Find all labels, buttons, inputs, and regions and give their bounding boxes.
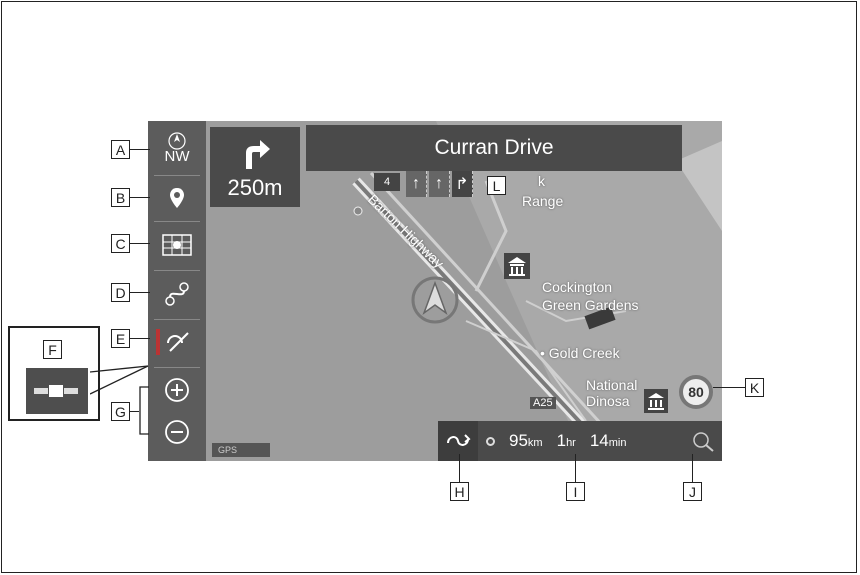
hours-value: 1 bbox=[556, 431, 567, 450]
route-options-button[interactable] bbox=[148, 273, 206, 315]
compass-button[interactable]: NW bbox=[148, 127, 206, 169]
lane-straight-icon: ↑ bbox=[406, 171, 427, 197]
leader-line bbox=[130, 243, 150, 244]
remaining-hours: 1hr bbox=[557, 431, 576, 451]
callout-h: H bbox=[450, 482, 469, 501]
map-place-label: Dinosa bbox=[586, 393, 630, 409]
callout-d: D bbox=[111, 283, 130, 302]
poi-toggle-button[interactable] bbox=[148, 321, 206, 363]
distance-unit: km bbox=[527, 437, 543, 449]
callout-g: G bbox=[111, 402, 130, 421]
distance-value: 95 bbox=[509, 431, 528, 450]
destination-dot-icon bbox=[486, 436, 495, 446]
reroute-icon bbox=[447, 434, 471, 446]
callout-e: E bbox=[111, 329, 130, 348]
minutes-unit: min bbox=[608, 437, 627, 449]
callout-c: C bbox=[111, 234, 130, 253]
map-place-label: Green Gardens bbox=[542, 297, 639, 313]
divider bbox=[154, 175, 200, 176]
leader-line bbox=[130, 411, 139, 412]
museum-icon bbox=[504, 253, 530, 279]
map-place-label: Range bbox=[522, 193, 564, 209]
speed-limit-sign: 80 bbox=[679, 375, 713, 409]
map-place-label: • Gold Creek bbox=[540, 345, 620, 361]
gps-indicator: GPS bbox=[212, 443, 270, 457]
callout-k: K bbox=[745, 378, 764, 397]
map-place-label: k bbox=[538, 173, 545, 189]
road-number-shield: 4 bbox=[374, 173, 400, 191]
leader-line bbox=[713, 387, 745, 388]
leader-line bbox=[575, 454, 576, 482]
compass-heading: NW bbox=[164, 148, 190, 165]
poi-off-icon bbox=[167, 332, 189, 352]
destination-pin-button[interactable] bbox=[148, 177, 206, 219]
callout-f: F bbox=[43, 340, 62, 359]
turn-distance: 250m bbox=[227, 175, 283, 200]
lane-guidance: ↑ ↑ ↱ bbox=[406, 171, 476, 197]
map-grid-icon bbox=[162, 234, 192, 256]
map-place-label: National bbox=[586, 377, 638, 393]
divider bbox=[154, 319, 200, 320]
nav-screen: 4 Barton Highway k Range Cockington Gree… bbox=[148, 121, 722, 461]
zoom-mode-icon[interactable] bbox=[690, 429, 716, 453]
eta-bar: 95km 1hr 14min bbox=[438, 421, 722, 461]
minus-icon bbox=[165, 420, 189, 444]
museum-icon bbox=[644, 389, 668, 413]
callout-i: I bbox=[566, 482, 585, 501]
zoom-bracket bbox=[139, 386, 149, 435]
next-turn-panel[interactable]: 250m bbox=[210, 127, 300, 207]
minutes-value: 14 bbox=[589, 431, 609, 450]
turn-right-arrow-icon bbox=[246, 140, 270, 169]
reroute-button[interactable] bbox=[438, 421, 478, 461]
gps-satellite-thumbnail bbox=[26, 368, 88, 414]
street-name-bar: Curran Drive bbox=[306, 125, 682, 171]
route-shield: A25 bbox=[530, 397, 556, 409]
map-view-button[interactable] bbox=[148, 224, 206, 266]
remaining-distance: 95km bbox=[509, 431, 543, 451]
leader-line bbox=[130, 197, 150, 198]
plus-icon bbox=[165, 378, 189, 402]
callout-l: L bbox=[487, 176, 506, 195]
hours-unit: hr bbox=[566, 437, 576, 449]
route-icon bbox=[165, 282, 189, 306]
callout-a: A bbox=[111, 140, 130, 159]
current-position-icon bbox=[411, 276, 459, 324]
callout-j: J bbox=[683, 482, 702, 501]
lane-straight-icon: ↑ bbox=[429, 171, 450, 197]
remaining-minutes: 14min bbox=[590, 431, 627, 451]
satellite-icon bbox=[34, 385, 78, 397]
route-info[interactable]: 95km 1hr 14min bbox=[486, 421, 627, 461]
leader-line bbox=[692, 454, 693, 482]
toggle-indicator bbox=[156, 329, 160, 355]
leader-line bbox=[130, 292, 150, 293]
map-place-label: Cockington bbox=[542, 279, 613, 295]
leader-line bbox=[459, 454, 460, 482]
zoom-out-button[interactable] bbox=[148, 411, 206, 453]
location-pin-icon bbox=[170, 188, 184, 208]
callout-b: B bbox=[111, 188, 130, 207]
divider bbox=[154, 270, 200, 271]
lane-right-icon: ↱ bbox=[452, 171, 473, 197]
leader-line bbox=[130, 338, 150, 339]
leader-line bbox=[130, 149, 150, 150]
divider bbox=[154, 367, 200, 368]
divider bbox=[154, 221, 200, 222]
map-sidebar: NW bbox=[148, 121, 206, 461]
